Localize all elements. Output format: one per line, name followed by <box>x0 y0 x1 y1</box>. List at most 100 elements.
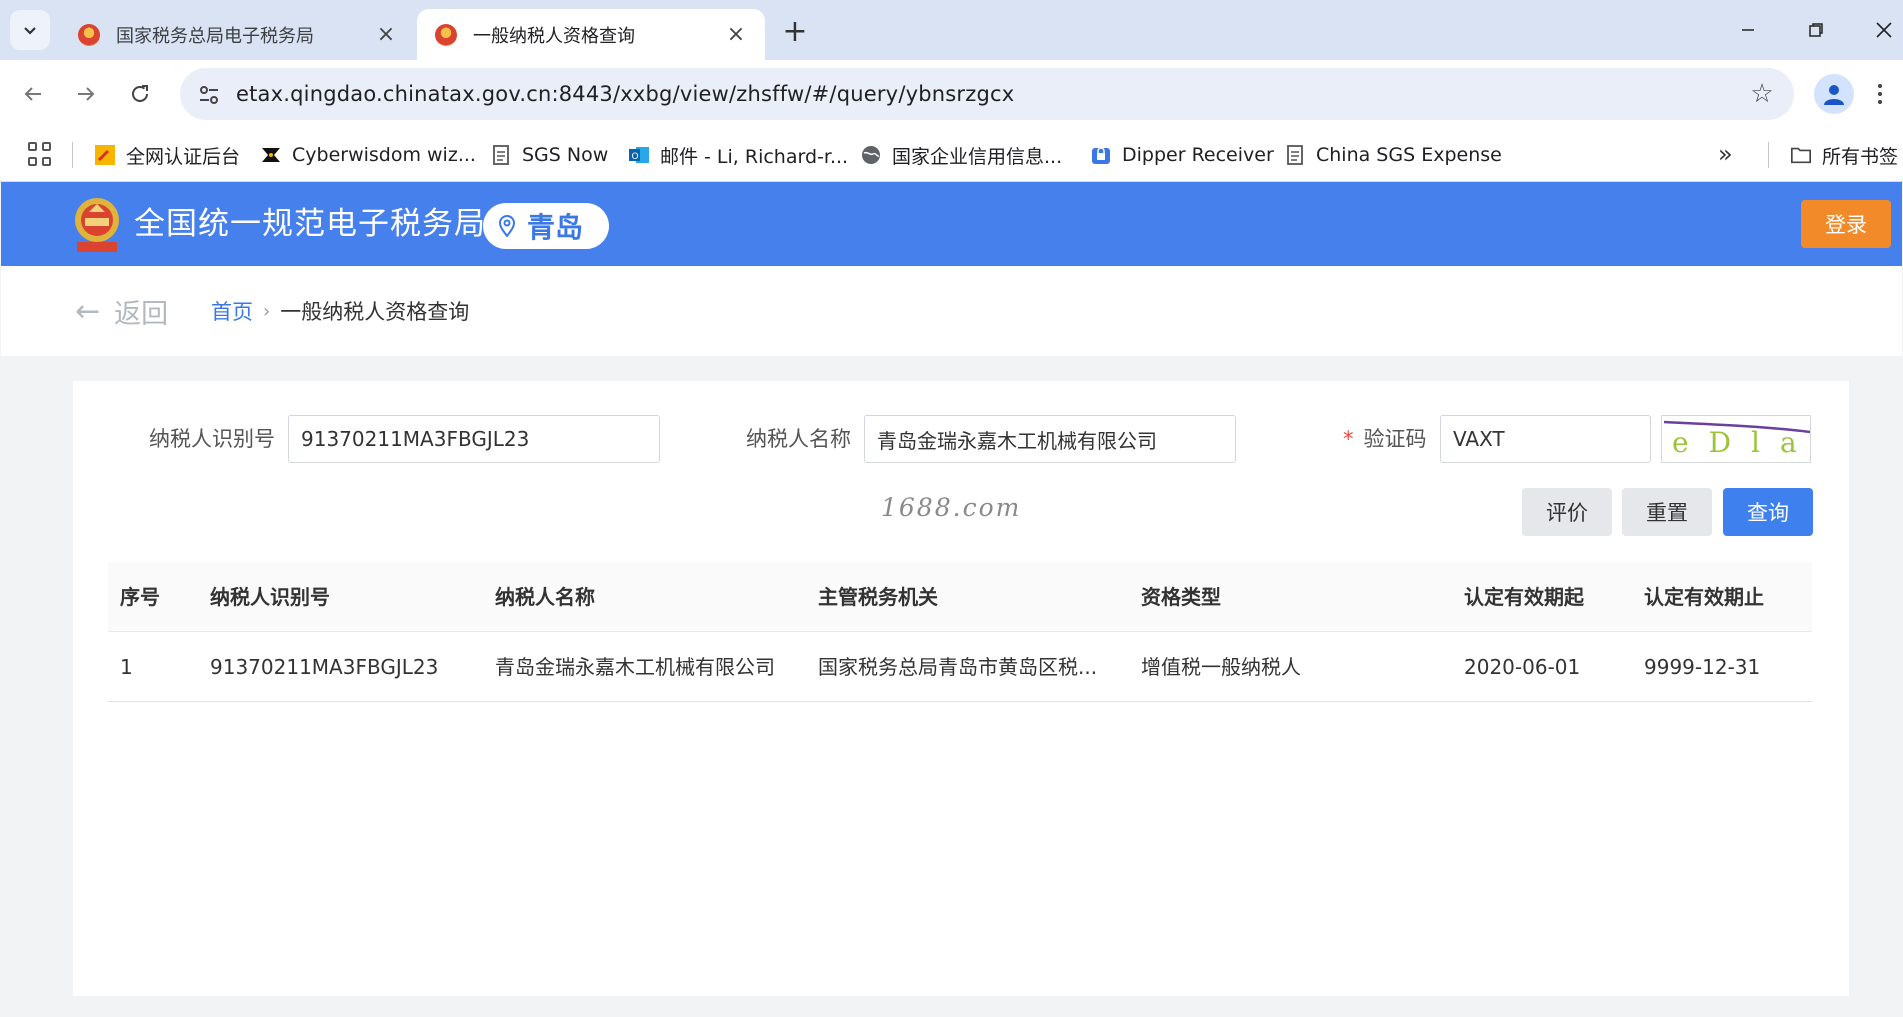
lock-icon <box>1090 144 1112 166</box>
document-icon <box>1284 144 1306 166</box>
address-bar[interactable]: etax.qingdao.chinatax.gov.cn:8443/xxbg/v… <box>180 68 1794 120</box>
arrow-right-icon <box>78 87 95 101</box>
taxpayer-id-label: 纳税人识别号 <box>149 427 275 451</box>
site-title: 全国统一规范电子税务局 <box>134 206 486 242</box>
close-icon[interactable]: × <box>725 22 747 47</box>
bookmark-label: Cyberwisdom wiz... <box>292 144 476 166</box>
divider <box>1768 142 1769 168</box>
restore-window-button[interactable] <box>1788 8 1844 52</box>
globe-icon <box>860 144 882 166</box>
city-selector[interactable]: 青岛 <box>483 203 609 249</box>
browser-toolbar: etax.qingdao.chinatax.gov.cn:8443/xxbg/v… <box>0 60 1903 128</box>
svg-text:O: O <box>632 152 639 162</box>
back-button[interactable] <box>15 76 51 112</box>
browser-tab-etax-home[interactable]: 国家税务总局电子税务局 × <box>60 9 415 60</box>
browser-tab-strip: 国家税务总局电子税务局 × 一般纳税人资格查询 × + <box>0 0 1903 60</box>
document-icon <box>490 144 512 166</box>
rate-button[interactable]: 评价 <box>1522 488 1612 536</box>
bookmark-item[interactable]: Cyberwisdom wiz... <box>260 128 476 182</box>
minimize-icon <box>1742 29 1754 31</box>
bookmark-label: SGS Now <box>522 144 609 166</box>
column-header: 认定有效期起 <box>1464 585 1584 609</box>
query-button[interactable]: 查询 <box>1723 488 1813 536</box>
bookmark-item[interactable]: O 邮件 - Li, Richard-r... <box>628 128 848 182</box>
breadcrumb: 首页 › 一般纳税人资格查询 <box>211 296 469 326</box>
city-name: 青岛 <box>527 211 584 244</box>
folder-icon <box>1790 144 1812 166</box>
bookmark-item[interactable]: Dipper Receiver <box>1090 128 1274 182</box>
table-cell: 91370211MA3FBGJL23 <box>210 655 439 679</box>
bookmark-label: 邮件 - Li, Richard-r... <box>660 145 849 168</box>
captcha-graphic: eDla <box>1663 420 1811 459</box>
tax-bureau-favicon-icon <box>78 23 100 46</box>
browser-menu-button[interactable] <box>1870 74 1890 114</box>
table-cell: 2020-06-01 <box>1464 655 1581 679</box>
restore-icon <box>1809 23 1823 37</box>
all-bookmarks-folder[interactable]: 所有书签 <box>1790 128 1898 182</box>
table-cell: 国家税务总局青岛市黄岛区税... <box>818 655 1098 679</box>
new-tab-button[interactable]: + <box>778 14 812 49</box>
captcha-input[interactable] <box>1440 415 1651 463</box>
close-icon[interactable]: × <box>375 22 397 47</box>
bookmark-label: China SGS Expense <box>1316 144 1502 166</box>
captcha-label-text: 验证码 <box>1363 427 1427 451</box>
taxpayer-id-input[interactable] <box>288 415 660 463</box>
cyberwisdom-logo-icon <box>260 144 282 166</box>
back-link[interactable]: ← 返回 <box>75 292 168 331</box>
column-header: 纳税人识别号 <box>210 585 330 609</box>
bookmark-label: 所有书签 <box>1822 145 1899 168</box>
site-settings-icon[interactable] <box>196 82 222 108</box>
tax-bureau-favicon-icon <box>435 23 457 46</box>
close-window-button[interactable] <box>1856 8 1903 52</box>
column-header: 认定有效期止 <box>1644 585 1764 609</box>
divider <box>72 142 73 168</box>
column-header: 纳税人名称 <box>495 585 595 609</box>
query-panel: 纳税人识别号 纳税人名称 * 验证码 eDla 评价 重置 查询 1688.com… <box>73 381 1849 996</box>
reload-icon <box>132 85 148 102</box>
url-text[interactable]: etax.qingdao.chinatax.gov.cn:8443/xxbg/v… <box>236 68 1014 120</box>
minimize-window-button[interactable] <box>1720 8 1776 52</box>
apps-grid-icon[interactable] <box>28 142 52 166</box>
reload-button[interactable] <box>122 76 158 112</box>
tab-title: 国家税务总局电子税务局 <box>116 25 314 47</box>
bookmark-item[interactable]: 国家企业信用信息... <box>860 128 1062 182</box>
bookmark-label: 全网认证后台 <box>126 145 241 168</box>
captcha-image[interactable]: eDla <box>1661 415 1811 463</box>
bookmark-star-icon[interactable]: ☆ <box>1748 80 1776 108</box>
arrow-left-icon <box>24 87 41 101</box>
tab-search-button[interactable] <box>10 10 50 50</box>
bookmark-item[interactable]: 全网认证后台 <box>94 128 240 182</box>
bookmark-item[interactable]: China SGS Expense <box>1284 128 1502 182</box>
national-emblem-icon <box>75 198 119 252</box>
bookmark-item[interactable]: SGS Now <box>490 128 608 182</box>
browser-tab-qualification-query[interactable]: 一般纳税人资格查询 × <box>417 9 765 60</box>
table-cell: 9999-12-31 <box>1644 655 1761 679</box>
table-row[interactable]: 1 91370211MA3FBGJL23 青岛金瑞永嘉木工机械有限公司 国家税务… <box>108 632 1812 702</box>
chevron-down-icon <box>24 27 36 35</box>
yellow-wrench-icon <box>94 144 116 166</box>
breadcrumb-bar: ← 返回 首页 › 一般纳税人资格查询 <box>1 266 1902 356</box>
forward-button[interactable] <box>68 76 104 112</box>
table-cell: 1 <box>120 655 133 679</box>
user-icon <box>1824 85 1844 105</box>
login-button[interactable]: 登录 <box>1801 200 1891 248</box>
taxpayer-name-input[interactable] <box>864 415 1236 463</box>
required-mark: * <box>1343 427 1354 451</box>
close-icon <box>1876 22 1892 38</box>
table-cell: 青岛金瑞永嘉木工机械有限公司 <box>495 655 775 679</box>
captcha-image-text: eDla <box>1672 426 1811 459</box>
reset-button[interactable]: 重置 <box>1622 488 1712 536</box>
breadcrumb-home-link[interactable]: 首页 <box>211 296 253 326</box>
bookmark-label: Dipper Receiver <box>1122 144 1274 166</box>
table-cell: 增值税一般纳税人 <box>1141 655 1301 679</box>
outlook-icon: O <box>628 144 650 166</box>
location-pin-icon <box>498 215 516 237</box>
more-bookmarks-icon[interactable]: » <box>1718 140 1733 168</box>
chevron-right-icon: › <box>263 300 271 322</box>
breadcrumb-current: 一般纳税人资格查询 <box>280 300 470 324</box>
profile-avatar[interactable] <box>1814 74 1854 114</box>
tab-title: 一般纳税人资格查询 <box>473 25 635 47</box>
results-table: 序号 纳税人识别号 纳税人名称 主管税务机关 资格类型 认定有效期起 认定有效期… <box>108 562 1812 702</box>
column-header: 主管税务机关 <box>818 585 938 609</box>
arrow-left-icon: ← <box>75 294 101 329</box>
